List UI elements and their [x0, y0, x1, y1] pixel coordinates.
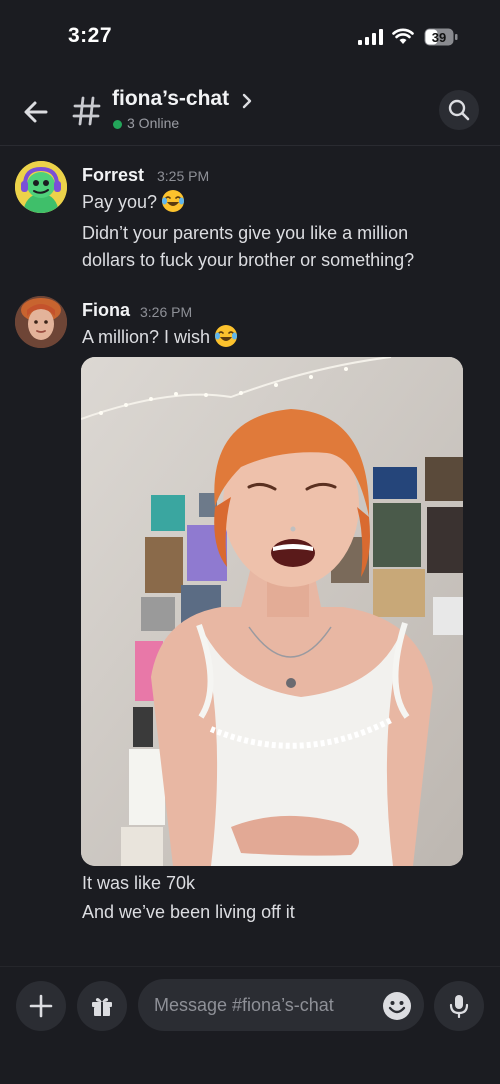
- channel-header: fiona’s-chat 3 Online: [0, 82, 500, 146]
- avatar-fiona[interactable]: [15, 296, 67, 348]
- message-timestamp: 3:26 PM: [140, 304, 193, 320]
- search-button[interactable]: [439, 90, 479, 130]
- laughing-tears-emoji-icon: [162, 190, 185, 212]
- back-arrow-icon[interactable]: [20, 96, 52, 128]
- online-status-dot: [113, 120, 122, 129]
- plus-icon: [29, 994, 53, 1018]
- message-text: And we’ve been living off it: [82, 902, 295, 922]
- laughing-tears-emoji-icon: [215, 325, 238, 347]
- add-attachment-button[interactable]: [16, 981, 66, 1031]
- message-text: Pay you?: [82, 192, 158, 212]
- message-text: It was like 70k: [82, 873, 196, 893]
- message-text: Didn’t your parents give you like a mill…: [82, 223, 409, 243]
- message-composer: [0, 966, 500, 1084]
- status-bar: 3:27 39: [0, 0, 500, 70]
- voice-message-button[interactable]: [434, 981, 484, 1031]
- message-line: A million? I wish: [82, 324, 238, 351]
- avatar-forrest[interactable]: [15, 161, 67, 213]
- channel-name[interactable]: fiona’s-chat: [112, 87, 229, 111]
- message-text: A million? I wish: [82, 327, 211, 347]
- message-timestamp: 3:25 PM: [157, 168, 210, 184]
- search-icon: [448, 99, 470, 121]
- message-line: Pay you?: [82, 189, 185, 216]
- image-attachment[interactable]: [81, 357, 463, 866]
- message-text: dollars to fuck your brother or somethin…: [82, 250, 415, 270]
- user-photo-avatar-icon: [15, 296, 67, 348]
- message-author[interactable]: Forrest: [82, 165, 144, 186]
- wifi-icon: [392, 28, 414, 44]
- message-author[interactable]: Fiona: [82, 300, 130, 321]
- photo-image: [81, 357, 463, 866]
- emoji-picker-icon[interactable]: [382, 991, 412, 1021]
- gift-icon: [92, 998, 112, 1016]
- green-character-avatar-icon: [15, 161, 67, 213]
- battery-icon: 39: [424, 28, 458, 46]
- battery-level: 39: [432, 30, 446, 45]
- channel-hash-icon: [72, 96, 101, 126]
- microphone-icon: [449, 995, 469, 1018]
- status-time: 3:27: [68, 24, 113, 47]
- chevron-right-icon[interactable]: [240, 92, 254, 110]
- online-count: 3 Online: [127, 115, 180, 131]
- cellular-signal-icon: [358, 29, 383, 45]
- gift-button[interactable]: [77, 981, 127, 1031]
